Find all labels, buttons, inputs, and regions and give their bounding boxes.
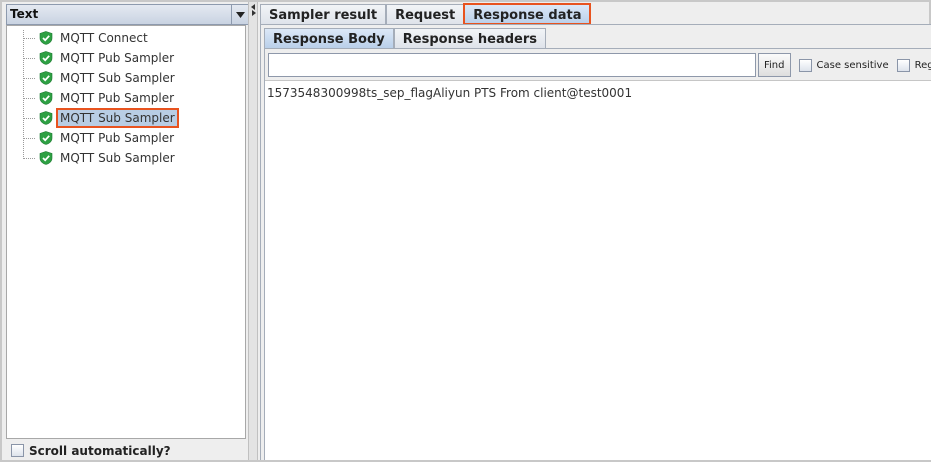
tab-sampler-result[interactable]: Sampler result <box>260 4 387 24</box>
shield-check-icon <box>39 91 53 105</box>
tree-item-label: MQTT Sub Sampler <box>56 108 179 128</box>
response-body-panel: Find Case sensitive Reg 1573548300998ts_… <box>264 49 931 460</box>
tab-sampler-result-label: Sampler result <box>269 7 378 23</box>
response-panel: Sampler result Request Response data Res… <box>260 3 931 460</box>
find-button[interactable]: Find <box>758 53 791 77</box>
shield-check-icon <box>39 31 53 45</box>
response-body-text-area[interactable]: 1573548300998ts_sep_flagAliyun PTS From … <box>265 80 931 460</box>
response-body-text: 1573548300998ts_sep_flagAliyun PTS From … <box>267 86 633 100</box>
regex-checkbox[interactable]: Reg <box>896 58 931 72</box>
panel-splitter[interactable] <box>248 2 258 460</box>
shield-check-icon <box>39 151 53 165</box>
tree-item[interactable]: MQTT Sub Sampler <box>23 148 177 168</box>
tab-response-headers[interactable]: Response headers <box>393 28 547 48</box>
tab-request[interactable]: Request <box>386 4 465 24</box>
tab-response-body-label: Response Body <box>273 31 385 47</box>
case-sensitive-label: Case sensitive <box>816 59 889 71</box>
sub-tabs: Response Body Response headers <box>264 28 547 48</box>
renderer-combo-value: Text <box>10 7 39 21</box>
tree-item-label: MQTT Sub Sampler <box>60 151 175 165</box>
sampler-tree[interactable]: MQTT Connect MQTT Pub Sampler MQTT Sub Sam… <box>6 25 246 439</box>
tab-response-headers-label: Response headers <box>402 31 538 47</box>
search-bar: Find Case sensitive Reg <box>265 52 931 78</box>
app-frame: Text MQTT Connect MQTT Pub Sampler MQTT Su… <box>0 0 931 462</box>
tree-item[interactable]: MQTT Sub Sampler <box>23 108 179 128</box>
tab-response-body[interactable]: Response Body <box>264 28 394 48</box>
tree-item-label: MQTT Pub Sampler <box>60 131 175 145</box>
tree-item-label: MQTT Pub Sampler <box>60 91 175 105</box>
search-input[interactable] <box>268 53 756 77</box>
find-button-label: Find <box>764 59 785 71</box>
results-tree-panel: Text MQTT Connect MQTT Pub Sampler MQTT Su… <box>6 4 259 460</box>
tree-item-label: MQTT Sub Sampler <box>60 71 175 85</box>
scroll-automatically-checkbox[interactable]: Scroll automatically? <box>6 441 246 460</box>
tree-item[interactable]: MQTT Connect <box>23 28 150 48</box>
tree-branch-line <box>23 137 35 139</box>
splitter-arrows-icon[interactable] <box>251 4 256 19</box>
tree-branch-line <box>23 157 35 159</box>
case-sensitive-checkbox[interactable]: Case sensitive <box>798 58 889 72</box>
shield-check-icon <box>39 111 53 125</box>
shield-check-icon <box>39 131 53 145</box>
chevron-down-icon[interactable] <box>231 5 248 24</box>
tree-item[interactable]: MQTT Pub Sampler <box>23 128 176 148</box>
shield-check-icon <box>39 51 53 65</box>
scroll-automatically-label: Scroll automatically? <box>29 443 171 458</box>
tree-item-label: MQTT Connect <box>60 31 148 45</box>
checkbox-box[interactable] <box>896 58 910 72</box>
tree-branch-line <box>23 97 35 99</box>
shield-check-icon <box>39 71 53 85</box>
tab-response-data-label: Response data <box>473 7 582 23</box>
response-data-content: Response Body Response headers Find Case… <box>260 25 931 460</box>
tree-branch-line <box>23 117 35 119</box>
tab-response-data[interactable]: Response data <box>463 3 592 25</box>
main-tabs: Sampler result Request Response data <box>260 3 592 25</box>
tree-branch-line <box>23 77 35 79</box>
renderer-combo[interactable]: Text <box>6 4 249 25</box>
tree-item-label: MQTT Pub Sampler <box>60 51 175 65</box>
checkbox-box[interactable] <box>798 58 812 72</box>
tree-item[interactable]: MQTT Sub Sampler <box>23 68 177 88</box>
tree-item[interactable]: MQTT Pub Sampler <box>23 48 176 68</box>
tab-request-label: Request <box>395 7 456 23</box>
tree-branch-line <box>23 57 35 59</box>
checkbox-box[interactable] <box>11 444 24 457</box>
tree-branch-line <box>23 37 35 39</box>
regex-label: Reg <box>914 59 931 71</box>
tree-item[interactable]: MQTT Pub Sampler <box>23 88 176 108</box>
